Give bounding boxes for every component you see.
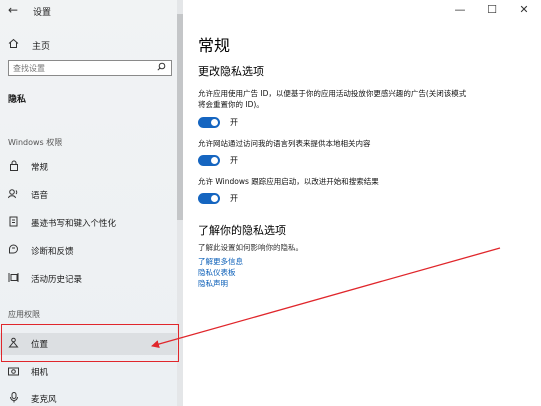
sidebar: ← 设置 主页 隐私 Windows 权限 常规 语音 墨迹书写和键入个性化 [0, 0, 183, 406]
app-title: 设置 [33, 8, 52, 18]
sidebar-item-label: 活动历史记录 [31, 275, 83, 285]
toggle-row-app-launch-tracking[interactable]: 开 [198, 192, 238, 204]
toggle-state-label: 开 [230, 155, 238, 165]
lock-icon [7, 160, 20, 174]
timeline-icon [7, 272, 20, 286]
sidebar-item-diagnostics[interactable]: 诊断和反馈 [0, 240, 177, 262]
link-privacy-dashboard[interactable]: 隐私仪表板 [198, 267, 236, 278]
know-privacy-description: 了解此设置如何影响你的隐私。 [198, 243, 303, 252]
main-content: — ☐ ✕ 常规 更改隐私选项 允许应用使用广告 ID，以便基于你的应用活动投放… [183, 0, 541, 406]
sidebar-item-home[interactable]: 主页 [8, 38, 50, 52]
search-box[interactable] [8, 60, 172, 76]
sidebar-item-label: 位置 [31, 340, 49, 350]
camera-icon [7, 366, 20, 379]
location-icon [7, 337, 20, 351]
toggle-state-label: 开 [230, 117, 238, 127]
toggle-knob [211, 194, 218, 202]
sidebar-item-activity-history[interactable]: 活动历史记录 [0, 268, 177, 290]
minimize-button[interactable]: — [445, 0, 475, 20]
home-icon [8, 38, 21, 52]
sidebar-item-label: 主页 [32, 41, 51, 52]
section-title-know-privacy: 了解你的隐私选项 [198, 224, 286, 237]
search-input[interactable] [13, 62, 153, 74]
toggle-switch-app-launch-tracking[interactable] [198, 192, 220, 204]
close-button[interactable]: ✕ [509, 0, 539, 20]
speech-icon [7, 188, 20, 202]
toggle-row-ad-id[interactable]: 开 [198, 116, 238, 128]
sidebar-item-camera[interactable]: 相机 [0, 361, 177, 383]
feedback-icon [7, 244, 20, 258]
option-description-ad-id: 允许应用使用广告 ID，以便基于你的应用活动投放你更感兴趣的广告(关闭该模式将会… [198, 89, 467, 109]
page-title: 常规 [198, 36, 231, 55]
link-learn-more[interactable]: 了解更多信息 [198, 256, 243, 267]
toggle-switch-ad-id[interactable] [198, 116, 220, 128]
sidebar-item-label: 麦克风 [31, 395, 57, 405]
maximize-button[interactable]: ☐ [477, 0, 507, 20]
back-arrow-icon[interactable]: ← [8, 3, 18, 17]
toggle-state-label: 开 [230, 193, 238, 203]
sidebar-item-location[interactable]: 位置 [0, 333, 177, 355]
sidebar-item-label: 相机 [31, 368, 49, 378]
sidebar-item-label: 诊断和反馈 [31, 247, 74, 257]
group-label-apps: 应用权限 [8, 310, 40, 319]
toggle-knob [211, 118, 218, 126]
toggle-row-language-list[interactable]: 开 [198, 154, 238, 166]
pen-icon [7, 216, 20, 230]
option-description-language-list: 允许网站通过访问我的语言列表来提供本地相关内容 [198, 139, 371, 148]
microphone-icon [7, 392, 20, 406]
sidebar-item-inking[interactable]: 墨迹书写和键入个性化 [0, 212, 177, 234]
group-label-windows: Windows 权限 [8, 138, 63, 147]
sidebar-item-microphone[interactable]: 麦克风 [0, 388, 177, 406]
search-icon[interactable] [157, 62, 166, 74]
section-title-privacy-options: 更改隐私选项 [198, 65, 264, 78]
sidebar-item-label: 墨迹书写和键入个性化 [31, 219, 117, 229]
sidebar-item-general[interactable]: 常规 [0, 156, 177, 178]
sidebar-item-label: 常规 [31, 163, 49, 173]
sidebar-item-label: 语音 [31, 191, 49, 201]
link-privacy-statement[interactable]: 隐私声明 [198, 278, 228, 289]
option-description-app-launch-tracking: 允许 Windows 跟踪应用启动，以改进开始和搜索结果 [198, 177, 379, 186]
toggle-switch-language-list[interactable] [198, 154, 220, 166]
sidebar-section-privacy: 隐私 [8, 95, 27, 105]
sidebar-item-speech[interactable]: 语音 [0, 184, 177, 206]
toggle-knob [211, 156, 218, 164]
